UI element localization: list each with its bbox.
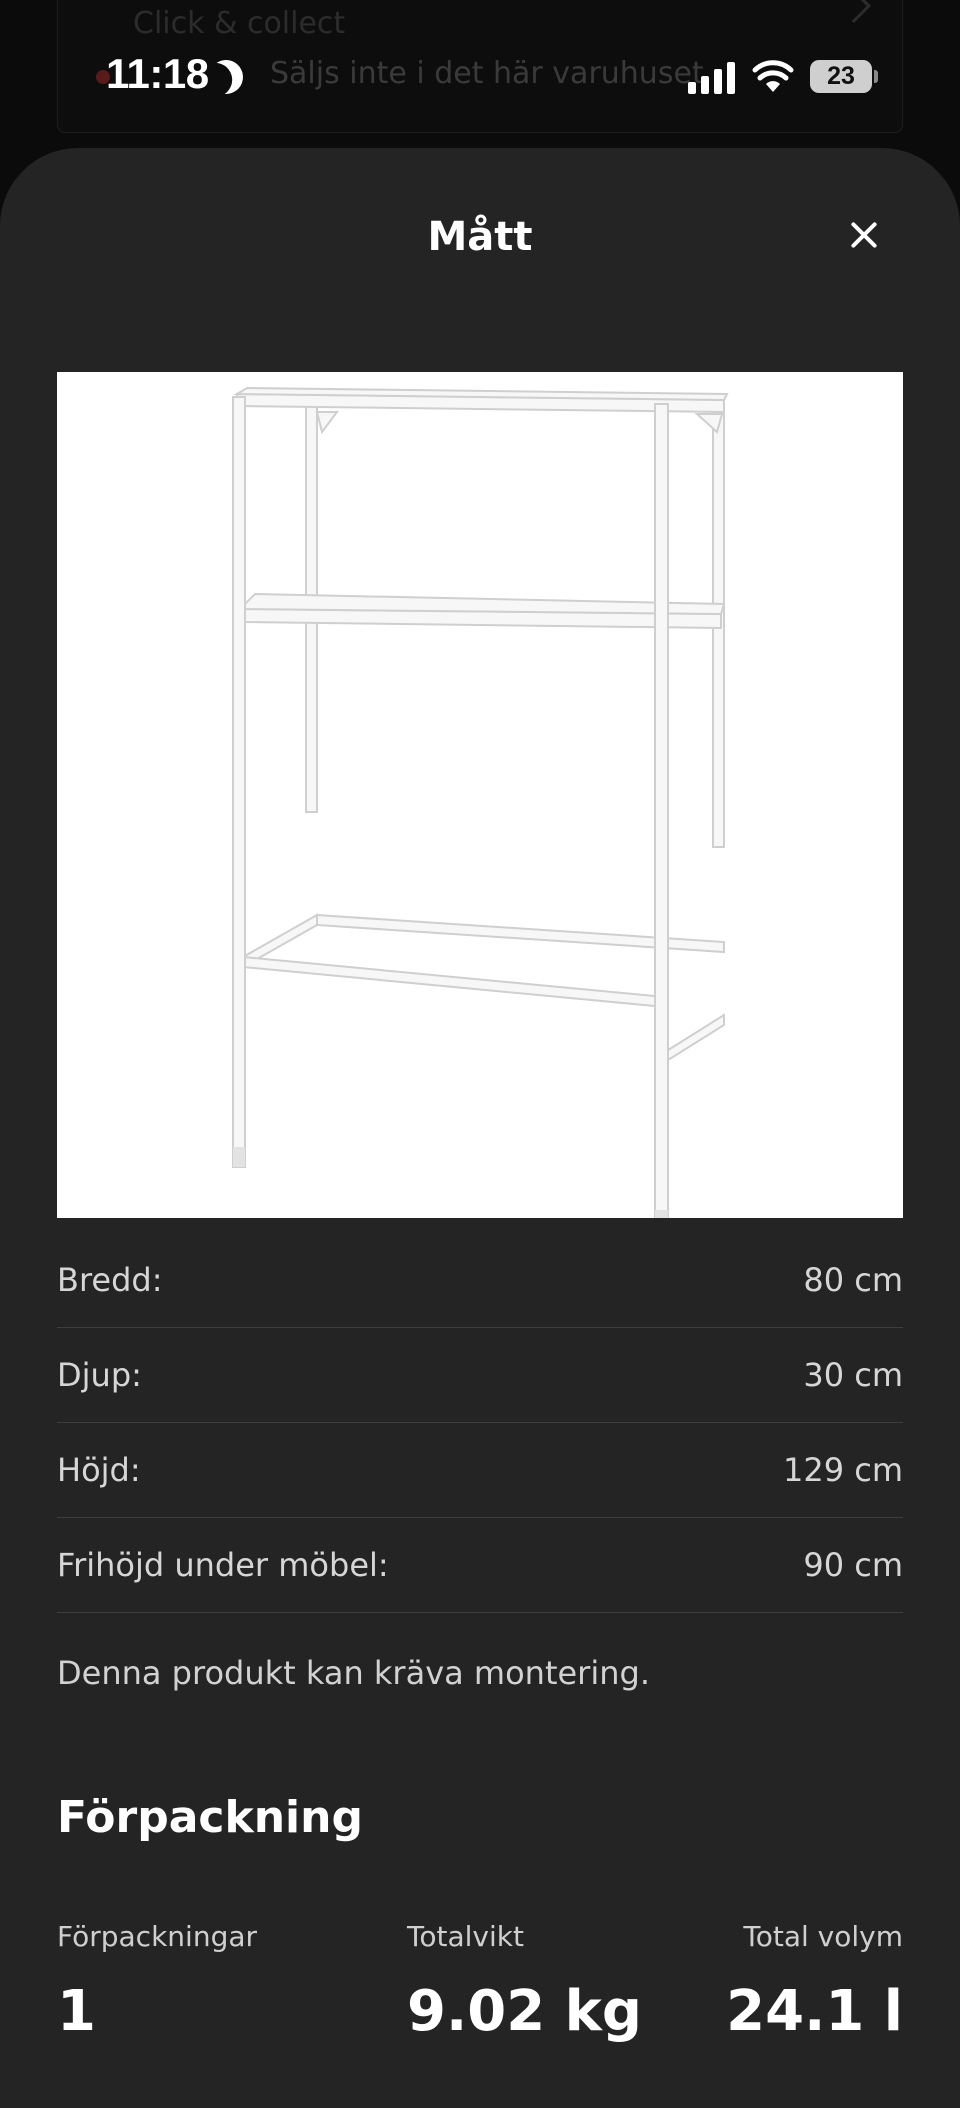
stat-total-weight: Totalvikt 9.02 kg [407,1920,642,2044]
stat-label: Totalvikt [407,1920,524,1953]
dimension-value: 30 cm [803,1356,903,1394]
assembly-note: Denna produkt kan kräva montering. [57,1654,650,1692]
store-availability-label: Säljs inte i det här varuhuset [270,56,704,91]
dimension-row-width: Bredd: 80 cm [57,1233,903,1328]
status-time: 11:18 [106,50,209,97]
dimension-label: Frihöjd under möbel: [57,1546,389,1584]
stat-packages: Förpackningar 1 [57,1920,257,2044]
click-collect-label: Click & collect [133,6,346,41]
battery-level: 23 [827,62,855,90]
stat-label: Total volym [743,1920,903,1953]
dimension-value: 80 cm [803,1261,903,1299]
stat-value: 9.02 kg [407,1979,642,2044]
shelf-illustration [232,386,729,1218]
product-image [57,372,903,1218]
dimension-label: Höjd: [57,1451,141,1489]
stat-value: 24.1 l [726,1979,903,2044]
dimension-label: Djup: [57,1356,142,1394]
dimensions-list: Bredd: 80 cm Djup: 30 cm Höjd: 129 cm Fr… [57,1233,903,1613]
wifi-icon [752,60,794,92]
dimension-value: 90 cm [803,1546,903,1584]
stat-value: 1 [57,1979,96,2044]
sheet-title: Mått [427,214,533,260]
dimension-value: 129 cm [782,1451,903,1489]
stat-total-volume: Total volym 24.1 l [726,1920,903,2044]
dimension-label: Bredd: [57,1261,163,1299]
dimension-row-depth: Djup: 30 cm [57,1328,903,1423]
packaging-title: Förpackning [57,1792,363,1843]
battery-cap [874,70,878,83]
close-button[interactable] [842,214,886,258]
cellular-signal-icon [688,60,735,94]
stat-label: Förpackningar [57,1920,258,1953]
battery-icon: 23 [810,60,872,93]
dimension-row-height: Höjd: 129 cm [57,1423,903,1518]
dimension-row-clearance: Frihöjd under möbel: 90 cm [57,1518,903,1613]
